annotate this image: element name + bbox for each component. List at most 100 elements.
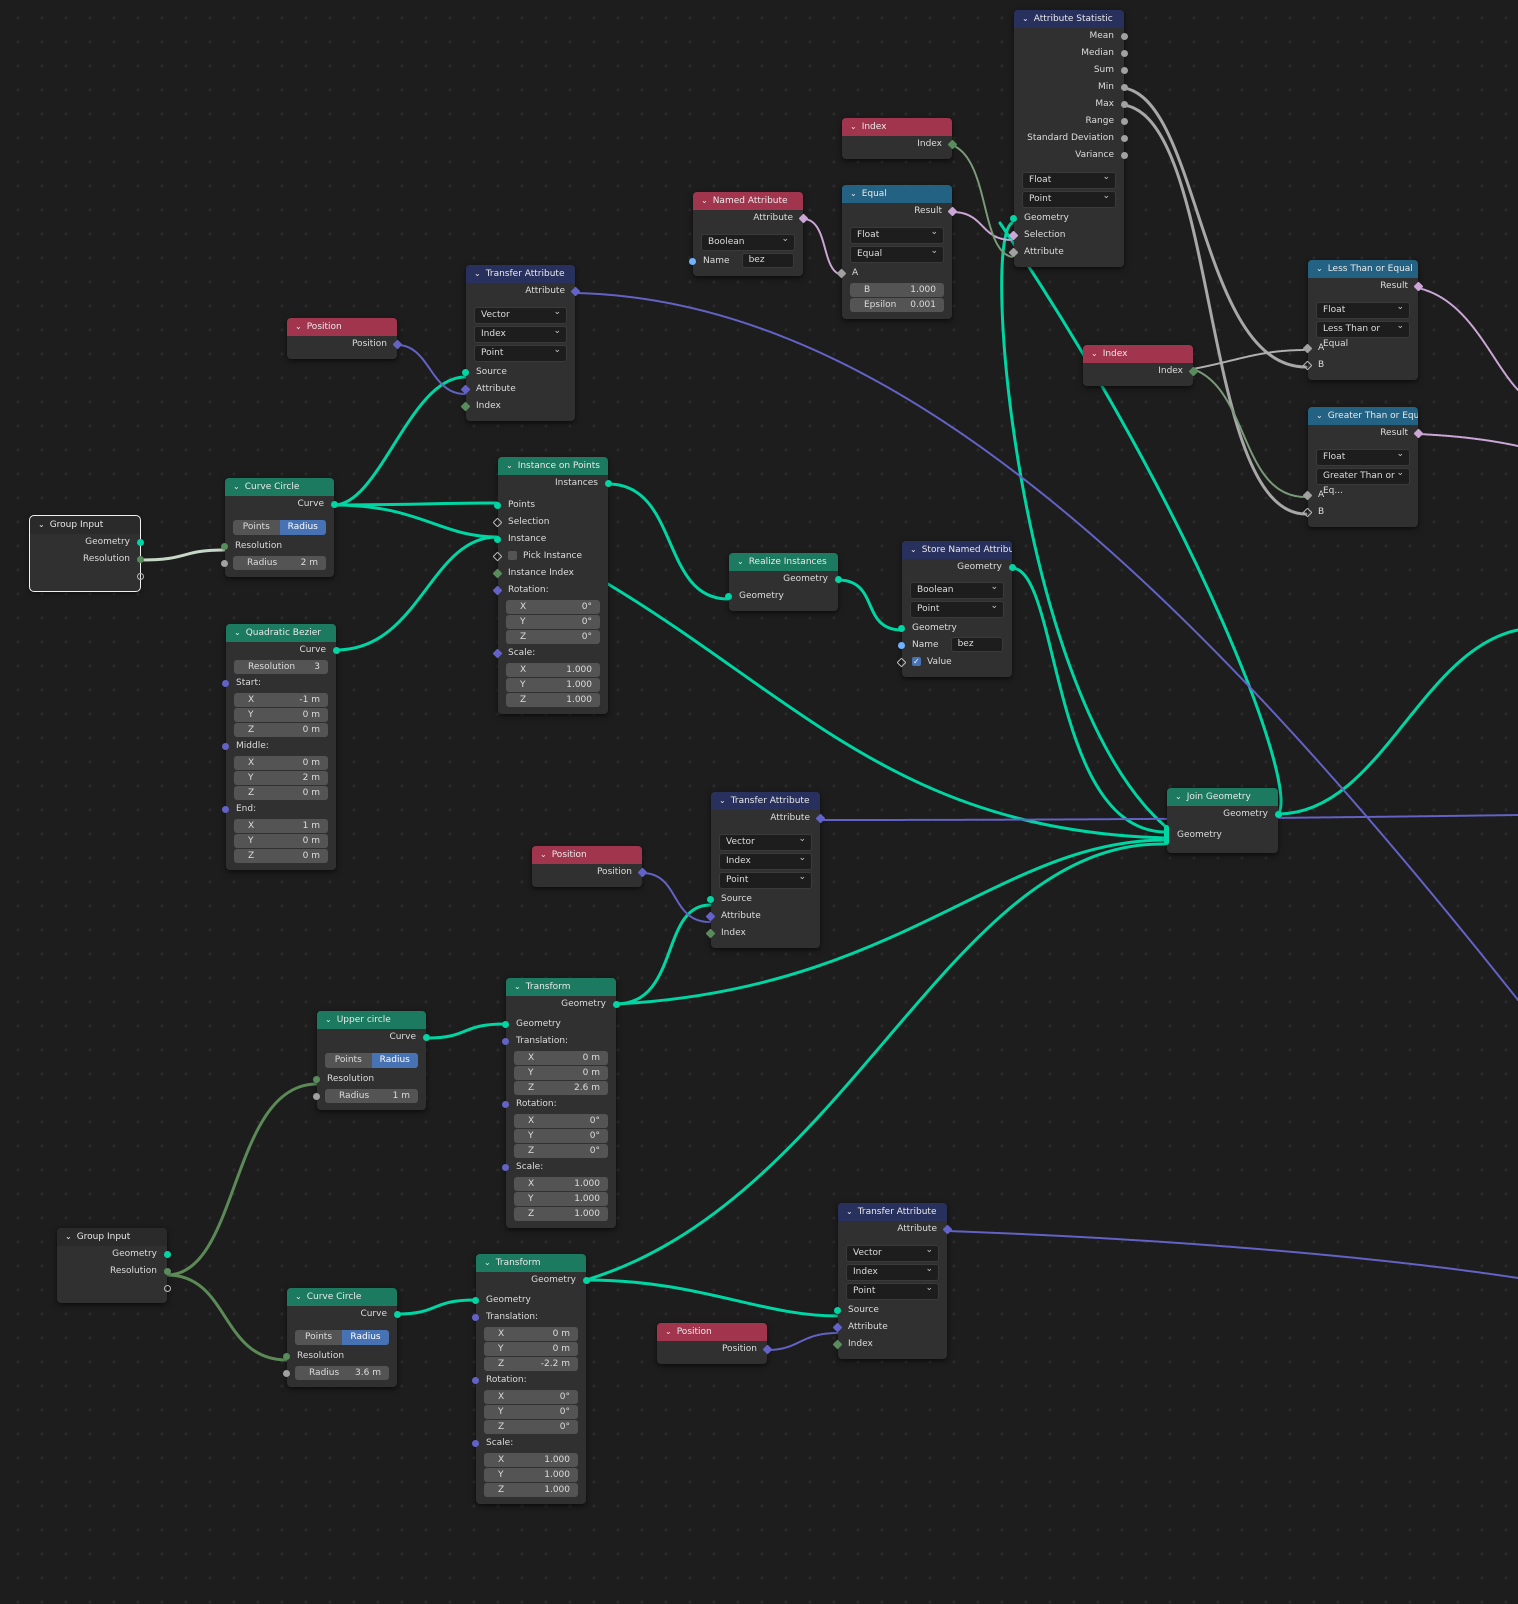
output-socket[interactable] [1275, 811, 1282, 818]
input-socket[interactable] [1302, 490, 1313, 501]
translation-x[interactable]: X0 m [484, 1327, 578, 1341]
collapse-chevron-icon[interactable]: ⌄ [1022, 10, 1029, 28]
mapping-dropdown[interactable]: Index [719, 851, 812, 870]
input-socket[interactable] [492, 585, 503, 596]
input-socket[interactable] [832, 1322, 843, 1333]
node-quadratic-bezier[interactable]: ⌄ Quadratic Bezier Curve Resolution 3 Star… [222, 624, 340, 870]
node-header[interactable]: ⌄ Group Input [57, 1228, 167, 1246]
output-socket[interactable] [164, 1268, 171, 1275]
node-header[interactable]: ⌄ Transfer Attribute [466, 265, 575, 283]
input-socket[interactable] [834, 1307, 841, 1314]
output-socket[interactable] [331, 501, 338, 508]
operation-dropdown[interactable]: Greater Than or Eq... [1316, 466, 1410, 496]
output-socket[interactable] [613, 1001, 620, 1008]
output-socket[interactable] [1121, 67, 1128, 74]
rotation-z[interactable]: Z 0° [514, 1144, 608, 1158]
output-socket[interactable] [637, 867, 648, 878]
output-socket[interactable] [1121, 152, 1128, 159]
output-socket[interactable] [1121, 33, 1128, 40]
input-socket[interactable] [1008, 247, 1019, 258]
input-socket[interactable] [898, 642, 905, 649]
node-instance-on-points[interactable]: ⌄ Instance on Points Instances Points Sel… [492, 457, 612, 714]
node-header[interactable]: ⌄ Position [287, 318, 397, 336]
node-header[interactable]: ⌄ Transfer Attribute [838, 1203, 947, 1221]
output-socket[interactable] [164, 1251, 171, 1258]
node-store-named-attribute[interactable]: ⌄Store Named Attribute Geometry Boolean … [896, 541, 1016, 677]
output-socket[interactable] [762, 1344, 773, 1355]
input-socket[interactable] [1302, 360, 1313, 371]
collapse-chevron-icon[interactable]: ⌄ [295, 318, 302, 336]
node-header[interactable]: ⌄ Realize Instances [729, 553, 838, 571]
input-socket[interactable] [472, 1440, 479, 1447]
node-header[interactable]: ⌄ Group Input [30, 516, 140, 534]
input-socket[interactable] [502, 1101, 509, 1108]
mode-radius[interactable]: Radius [371, 1053, 418, 1068]
node-header[interactable]: ⌄ Position [532, 846, 642, 864]
pick-instance-checkbox[interactable] [508, 551, 517, 560]
rotation-y[interactable]: Y 0° [484, 1405, 578, 1419]
output-socket[interactable] [942, 1224, 953, 1235]
input-socket[interactable] [221, 543, 228, 550]
collapse-chevron-icon[interactable]: ⌄ [1316, 407, 1323, 425]
collapse-chevron-icon[interactable]: ⌄ [850, 118, 857, 136]
scale-z[interactable]: Z 1.000 [484, 1483, 578, 1497]
output-socket[interactable] [137, 539, 144, 546]
node-header[interactable]: ⌄ Transfer Attribute [711, 792, 820, 810]
node-header[interactable]: ⌄ Transform [506, 978, 616, 996]
translation-x[interactable]: X0 m [514, 1051, 608, 1065]
mode-points[interactable]: Points [233, 520, 280, 535]
end-x[interactable]: X1 m [234, 819, 328, 833]
node-realize-instances[interactable]: ⌄ Realize Instances Geometry Geometry [725, 553, 842, 611]
collapse-chevron-icon[interactable]: ⌄ [1316, 260, 1323, 278]
node-header[interactable]: ⌄ Less Than or Equal [1308, 260, 1418, 278]
collapse-chevron-icon[interactable]: ⌄ [38, 516, 45, 534]
scale-y[interactable]: Y 1.000 [514, 1192, 608, 1206]
start-z[interactable]: Z0 m [234, 723, 328, 737]
input-socket[interactable] [222, 680, 229, 687]
collapse-chevron-icon[interactable]: ⌄ [665, 1323, 672, 1341]
b-field[interactable]: B 1.000 [850, 283, 944, 297]
collapse-chevron-icon[interactable]: ⌄ [484, 1254, 491, 1272]
output-socket[interactable] [1121, 101, 1128, 108]
collapse-chevron-icon[interactable]: ⌄ [846, 1203, 853, 1221]
domain-dropdown[interactable]: Point [910, 599, 1004, 618]
node-header[interactable]: ⌄ Equal [842, 185, 952, 203]
middle-x[interactable]: X0 m [234, 756, 328, 770]
node-header[interactable]: ⌄ Attribute Statistic [1014, 10, 1124, 28]
value-checkbox[interactable] [912, 657, 921, 666]
node-header[interactable]: ⌄ Upper circle [317, 1011, 426, 1029]
translation-y[interactable]: Y0 m [484, 1342, 578, 1356]
name-input[interactable]: bez [950, 637, 1003, 652]
middle-y[interactable]: Y2 m [234, 771, 328, 785]
mapping-dropdown[interactable]: Index [474, 324, 567, 343]
collapse-chevron-icon[interactable]: ⌄ [506, 457, 513, 475]
node-header[interactable]: ⌄ Curve Circle [287, 1288, 397, 1306]
scale-z[interactable]: Z 1.000 [506, 693, 600, 707]
node-header[interactable]: ⌄ Instance on Points [498, 457, 608, 475]
input-socket[interactable] [1302, 343, 1313, 354]
input-socket[interactable] [222, 806, 229, 813]
node-named-attribute[interactable]: ⌄Named Attribute Attribute Boolean Nameb… [689, 192, 809, 276]
node-position-2[interactable]: ⌄ Position Position [532, 846, 648, 887]
scale-y[interactable]: Y 1.000 [484, 1468, 578, 1482]
mode-toggle[interactable]: Points Radius [295, 1330, 389, 1345]
node-header[interactable]: ⌄ Named Attribute [693, 192, 803, 210]
translation-z[interactable]: Z -2.2 m [484, 1357, 578, 1371]
mode-points[interactable]: Points [325, 1053, 372, 1068]
input-socket[interactable] [472, 1297, 479, 1304]
input-socket[interactable] [222, 743, 229, 750]
collapse-chevron-icon[interactable]: ⌄ [1175, 788, 1182, 806]
node-curve-circle-2[interactable]: ⌄ Curve Circle Curve Points Radius Resolut… [283, 1288, 401, 1387]
input-socket[interactable] [725, 593, 732, 600]
node-transfer-attribute-2[interactable]: ⌄Transfer Attribute Attribute Vector Ind… [705, 792, 826, 948]
multi-input-socket[interactable] [1164, 825, 1169, 845]
node-greater-than-or-equal[interactable]: ⌄Greater Than or Equal Result Float Grea… [1302, 407, 1424, 527]
node-position-1[interactable]: ⌄ Position Position [287, 318, 403, 359]
input-socket[interactable] [502, 1021, 509, 1028]
output-socket[interactable] [570, 286, 581, 297]
node-header[interactable]: ⌄ Join Geometry [1167, 788, 1278, 806]
scale-y[interactable]: Y 1.000 [506, 678, 600, 692]
data-type-dropdown[interactable]: Boolean [701, 232, 795, 251]
collapse-chevron-icon[interactable]: ⌄ [540, 846, 547, 864]
node-group-input-1[interactable]: ⌄ Group Input Geometry Resolution [29, 515, 144, 592]
